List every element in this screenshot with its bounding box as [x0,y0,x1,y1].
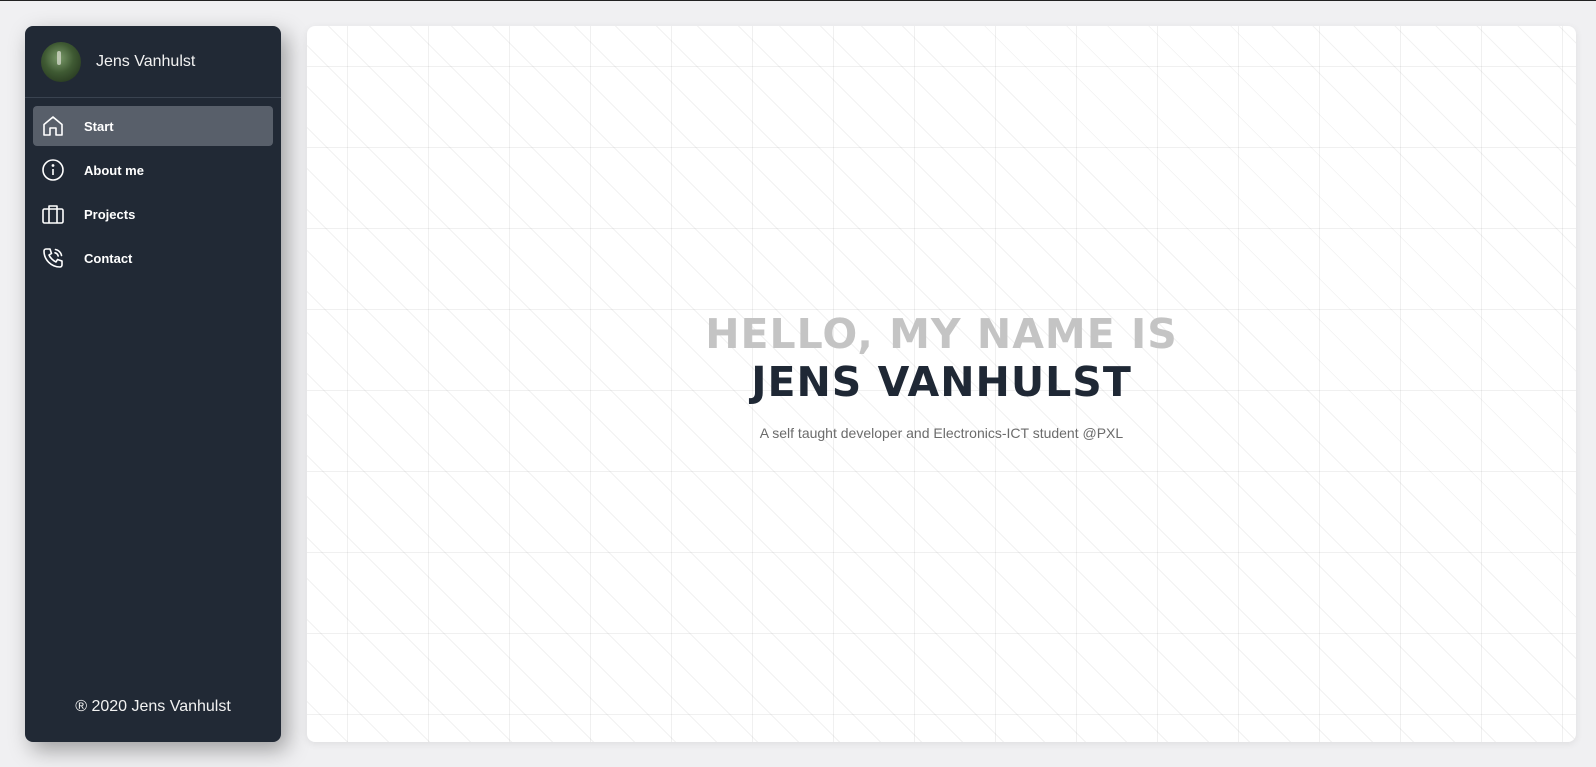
sidebar-item-contact[interactable]: Contact [33,238,273,278]
sidebar-item-projects[interactable]: Projects [33,194,273,234]
copyright-text: ® 2020 Jens Vanhulst [75,698,231,715]
avatar [41,41,81,82]
main-content: HELLO, MY NAME IS JENS VANHULST A self t… [307,26,1576,742]
home-icon [40,113,66,139]
info-icon [40,157,66,183]
sidebar-item-label: About me [84,162,144,178]
phone-icon [40,245,66,271]
sidebar-item-about[interactable]: About me [33,150,273,190]
hero-section: HELLO, MY NAME IS JENS VANHULST A self t… [307,311,1576,441]
sidebar-item-label: Projects [84,206,136,222]
profile-header[interactable]: Jens Vanhulst [25,26,281,98]
sidebar: Jens Vanhulst Start About me Projects Co… [25,26,281,742]
sidebar-item-label: Start [84,118,114,134]
hero-greeting: HELLO, MY NAME IS [705,310,1178,358]
sidebar-item-label: Contact [84,250,133,266]
sidebar-nav: Start About me Projects Contact [25,98,281,278]
profile-name: Jens Vanhulst [96,52,196,70]
hero-subtitle: A self taught developer and Electronics-… [759,425,1124,441]
briefcase-icon [40,201,66,227]
top-border [0,0,1596,1]
hero-name: JENS VANHULST [751,358,1132,406]
sidebar-item-start[interactable]: Start [33,106,273,146]
